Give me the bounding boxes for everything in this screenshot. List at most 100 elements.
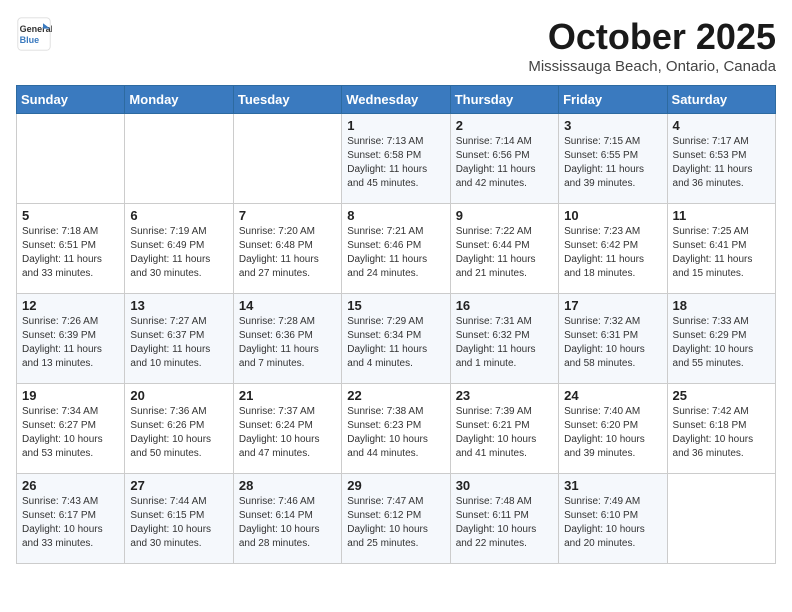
cell-content: Sunrise: 7:47 AM Sunset: 6:12 PM Dayligh… (347, 495, 444, 551)
calendar-cell: 8Sunrise: 7:21 AM Sunset: 6:46 PM Daylig… (342, 204, 450, 294)
week-row: 26Sunrise: 7:43 AM Sunset: 6:17 PM Dayli… (17, 474, 776, 564)
week-row: 12 Sunrise: 7:26 AM Sunset: 6:39 PM Dayli… (17, 294, 776, 384)
day-number: 27 (130, 478, 227, 493)
calendar-cell: 18 Sunrise: 7:33 AM Sunset: 6:29 PM Dayli… (667, 294, 775, 384)
calendar-cell: 9 Sunrise: 7:22 AM Sunset: 6:44 PM Daylig… (450, 204, 558, 294)
calendar-cell: 31 Sunrise: 7:49 AM Sunset: 6:10 PM Dayli… (559, 474, 667, 564)
calendar-cell: 7Sunrise: 7:20 AM Sunset: 6:48 PM Daylig… (233, 204, 341, 294)
cell-content: Sunrise: 7:20 AM Sunset: 6:48 PM Dayligh… (239, 225, 336, 281)
cell-content: Sunrise: 7:25 AM Sunset: 6:41 PM Dayligh… (673, 225, 770, 281)
calendar-cell: 15 Sunrise: 7:29 AM Sunset: 6:34 PM Dayli… (342, 294, 450, 384)
calendar-cell: 6 Sunrise: 7:19 AM Sunset: 6:49 PM Daylig… (125, 204, 233, 294)
calendar-cell: 24 Sunrise: 7:40 AM Sunset: 6:20 PM Dayli… (559, 384, 667, 474)
day-number: 10 (564, 208, 661, 223)
calendar-cell: 11 Sunrise: 7:25 AM Sunset: 6:41 PM Dayli… (667, 204, 775, 294)
calendar-cell: 2 Sunrise: 7:14 AM Sunset: 6:56 PM Daylig… (450, 114, 558, 204)
cell-content: Sunrise: 7:49 AM Sunset: 6:10 PM Dayligh… (564, 495, 661, 551)
day-number: 16 (456, 298, 553, 313)
cell-content: Sunrise: 7:17 AM Sunset: 6:53 PM Dayligh… (673, 135, 770, 191)
cell-content: Sunrise: 7:14 AM Sunset: 6:56 PM Dayligh… (456, 135, 553, 191)
cell-content: Sunrise: 7:31 AM Sunset: 6:32 PM Dayligh… (456, 315, 553, 371)
header-day: Tuesday (233, 86, 341, 114)
calendar-cell: 17 Sunrise: 7:32 AM Sunset: 6:31 PM Dayli… (559, 294, 667, 384)
day-number: 9 (456, 208, 553, 223)
day-number: 28 (239, 478, 336, 493)
day-number: 29 (347, 478, 444, 493)
day-number: 18 (673, 298, 770, 313)
day-number: 2 (456, 118, 553, 133)
day-number: 19 (22, 388, 119, 403)
day-number: 14 (239, 298, 336, 313)
day-number: 30 (456, 478, 553, 493)
day-number: 20 (130, 388, 227, 403)
cell-content: Sunrise: 7:19 AM Sunset: 6:49 PM Dayligh… (130, 225, 227, 281)
day-number: 15 (347, 298, 444, 313)
header-day: Saturday (667, 86, 775, 114)
week-row: 1 Sunrise: 7:13 AM Sunset: 6:58 PM Daylig… (17, 114, 776, 204)
logo-icon: General Blue (16, 16, 52, 52)
calendar-cell: 20 Sunrise: 7:36 AM Sunset: 6:26 PM Dayli… (125, 384, 233, 474)
cell-content: Sunrise: 7:43 AM Sunset: 6:17 PM Dayligh… (22, 495, 119, 551)
day-number: 12 (22, 298, 119, 313)
cell-content: Sunrise: 7:18 AM Sunset: 6:51 PM Dayligh… (22, 225, 119, 281)
cell-content: Sunrise: 7:44 AM Sunset: 6:15 PM Dayligh… (130, 495, 227, 551)
calendar-cell: 13 Sunrise: 7:27 AM Sunset: 6:37 PM Dayli… (125, 294, 233, 384)
week-row: 5 Sunrise: 7:18 AM Sunset: 6:51 PM Daylig… (17, 204, 776, 294)
cell-content: Sunrise: 7:15 AM Sunset: 6:55 PM Dayligh… (564, 135, 661, 191)
day-number: 21 (239, 388, 336, 403)
calendar-cell (17, 114, 125, 204)
calendar-cell: 30Sunrise: 7:48 AM Sunset: 6:11 PM Dayli… (450, 474, 558, 564)
calendar-cell: 5 Sunrise: 7:18 AM Sunset: 6:51 PM Daylig… (17, 204, 125, 294)
calendar-cell: 29 Sunrise: 7:47 AM Sunset: 6:12 PM Dayli… (342, 474, 450, 564)
calendar-cell: 4 Sunrise: 7:17 AM Sunset: 6:53 PM Daylig… (667, 114, 775, 204)
cell-content: Sunrise: 7:21 AM Sunset: 6:46 PM Dayligh… (347, 225, 444, 281)
title-block: October 2025 Mississauga Beach, Ontario,… (528, 16, 776, 75)
calendar-cell (233, 114, 341, 204)
cell-content: Sunrise: 7:33 AM Sunset: 6:29 PM Dayligh… (673, 315, 770, 371)
cell-content: Sunrise: 7:29 AM Sunset: 6:34 PM Dayligh… (347, 315, 444, 371)
day-number: 17 (564, 298, 661, 313)
calendar-cell: 21Sunrise: 7:37 AM Sunset: 6:24 PM Dayli… (233, 384, 341, 474)
day-number: 25 (673, 388, 770, 403)
day-number: 31 (564, 478, 661, 493)
calendar-cell: 12 Sunrise: 7:26 AM Sunset: 6:39 PM Dayli… (17, 294, 125, 384)
day-number: 6 (130, 208, 227, 223)
cell-content: Sunrise: 7:23 AM Sunset: 6:42 PM Dayligh… (564, 225, 661, 281)
calendar-cell (667, 474, 775, 564)
day-number: 11 (673, 208, 770, 223)
cell-content: Sunrise: 7:27 AM Sunset: 6:37 PM Dayligh… (130, 315, 227, 371)
day-number: 5 (22, 208, 119, 223)
calendar-cell: 27 Sunrise: 7:44 AM Sunset: 6:15 PM Dayli… (125, 474, 233, 564)
cell-content: Sunrise: 7:34 AM Sunset: 6:27 PM Dayligh… (22, 405, 119, 461)
calendar-cell: 3 Sunrise: 7:15 AM Sunset: 6:55 PM Daylig… (559, 114, 667, 204)
cell-content: Sunrise: 7:26 AM Sunset: 6:39 PM Dayligh… (22, 315, 119, 371)
calendar-cell: 26Sunrise: 7:43 AM Sunset: 6:17 PM Dayli… (17, 474, 125, 564)
day-number: 24 (564, 388, 661, 403)
calendar-cell: 10 Sunrise: 7:23 AM Sunset: 6:42 PM Dayli… (559, 204, 667, 294)
cell-content: Sunrise: 7:28 AM Sunset: 6:36 PM Dayligh… (239, 315, 336, 371)
svg-text:General: General (20, 24, 52, 34)
cell-content: Sunrise: 7:38 AM Sunset: 6:23 PM Dayligh… (347, 405, 444, 461)
cell-content: Sunrise: 7:40 AM Sunset: 6:20 PM Dayligh… (564, 405, 661, 461)
header-day: Friday (559, 86, 667, 114)
calendar-cell: 28Sunrise: 7:46 AM Sunset: 6:14 PM Dayli… (233, 474, 341, 564)
calendar-cell: 23Sunrise: 7:39 AM Sunset: 6:21 PM Dayli… (450, 384, 558, 474)
cell-content: Sunrise: 7:36 AM Sunset: 6:26 PM Dayligh… (130, 405, 227, 461)
location: Mississauga Beach, Ontario, Canada (528, 58, 776, 75)
calendar-cell: 25 Sunrise: 7:42 AM Sunset: 6:18 PM Dayli… (667, 384, 775, 474)
cell-content: Sunrise: 7:32 AM Sunset: 6:31 PM Dayligh… (564, 315, 661, 371)
week-row: 19 Sunrise: 7:34 AM Sunset: 6:27 PM Dayli… (17, 384, 776, 474)
calendar-cell: 1 Sunrise: 7:13 AM Sunset: 6:58 PM Daylig… (342, 114, 450, 204)
calendar-cell: 14 Sunrise: 7:28 AM Sunset: 6:36 PM Dayli… (233, 294, 341, 384)
day-number: 4 (673, 118, 770, 133)
day-number: 13 (130, 298, 227, 313)
day-number: 1 (347, 118, 444, 133)
cell-content: Sunrise: 7:22 AM Sunset: 6:44 PM Dayligh… (456, 225, 553, 281)
cell-content: Sunrise: 7:42 AM Sunset: 6:18 PM Dayligh… (673, 405, 770, 461)
calendar-table: SundayMondayTuesdayWednesdayThursdayFrid… (16, 85, 776, 564)
header-day: Wednesday (342, 86, 450, 114)
cell-content: Sunrise: 7:13 AM Sunset: 6:58 PM Dayligh… (347, 135, 444, 191)
day-number: 3 (564, 118, 661, 133)
calendar-cell: 22Sunrise: 7:38 AM Sunset: 6:23 PM Dayli… (342, 384, 450, 474)
header-row: SundayMondayTuesdayWednesdayThursdayFrid… (17, 86, 776, 114)
